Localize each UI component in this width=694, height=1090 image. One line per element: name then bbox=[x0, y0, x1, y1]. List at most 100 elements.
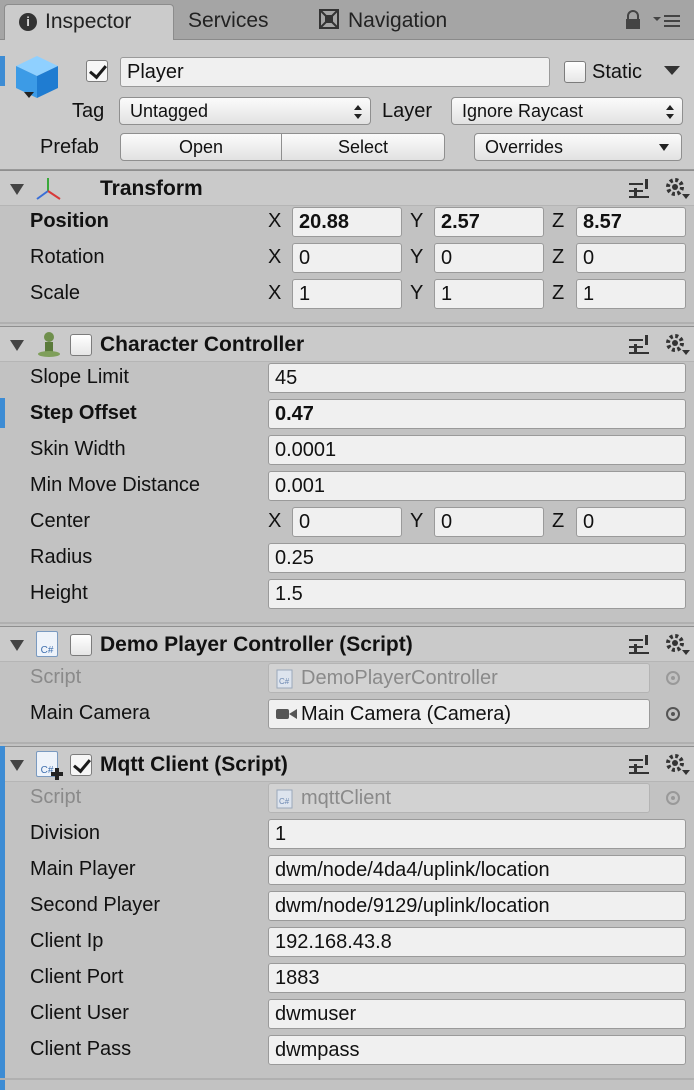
object-picker-icon bbox=[666, 791, 680, 805]
tab-services-label: Services bbox=[188, 9, 269, 32]
rotation-z-axis[interactable]: Z bbox=[552, 242, 564, 272]
presets-icon[interactable] bbox=[628, 334, 652, 356]
tab-menu-icon[interactable] bbox=[652, 12, 682, 30]
object-picker-icon bbox=[666, 671, 680, 685]
tab-inspector[interactable]: i Inspector bbox=[4, 4, 174, 40]
division-label: Division bbox=[30, 822, 101, 844]
active-checkbox[interactable] bbox=[86, 60, 108, 82]
scale-z-axis[interactable]: Z bbox=[552, 278, 564, 308]
rotation-x-axis[interactable]: X bbox=[268, 242, 281, 272]
main-camera-value: Main Camera (Camera) bbox=[301, 703, 512, 725]
tab-navigation[interactable]: Navigation bbox=[318, 4, 488, 40]
slope-limit-field[interactable]: 45 bbox=[268, 363, 686, 393]
scale-label: Scale bbox=[30, 282, 81, 304]
scale-y-field[interactable]: 1 bbox=[434, 279, 544, 309]
foldout-arrow-icon[interactable] bbox=[10, 184, 24, 195]
skin-width-label: Skin Width bbox=[30, 438, 126, 460]
gear-icon[interactable] bbox=[664, 332, 690, 356]
layer-dropdown[interactable]: Ignore Raycast bbox=[451, 97, 683, 125]
gear-icon[interactable] bbox=[664, 632, 690, 656]
division-field[interactable]: 1 bbox=[268, 819, 686, 849]
character-controller-enabled-checkbox[interactable] bbox=[70, 334, 92, 356]
step-offset-field[interactable]: 0.47 bbox=[268, 399, 686, 429]
static-checkbox[interactable] bbox=[564, 61, 586, 83]
presets-icon[interactable] bbox=[628, 634, 652, 656]
svg-text:C#: C# bbox=[279, 797, 290, 806]
position-z-axis[interactable]: Z bbox=[552, 206, 564, 236]
main-player-field[interactable]: dwm/node/4da4/uplink/location bbox=[268, 855, 686, 885]
radius-label: Radius bbox=[30, 546, 93, 568]
position-y-axis[interactable]: Y bbox=[410, 206, 423, 236]
overrides-label: Overrides bbox=[485, 137, 564, 157]
demo-player-controller-header[interactable]: C# Demo Player Controller (Script) bbox=[0, 626, 694, 662]
radius-field[interactable]: 0.25 bbox=[268, 543, 686, 573]
overrides-dropdown[interactable]: Overrides bbox=[474, 133, 682, 161]
center-y-axis[interactable]: Y bbox=[410, 506, 423, 536]
transform-axes-icon bbox=[36, 178, 61, 200]
foldout-arrow-icon[interactable] bbox=[10, 340, 24, 351]
center-z-field[interactable]: 0 bbox=[576, 507, 686, 537]
center-x-field[interactable]: 0 bbox=[292, 507, 402, 537]
mqtt-script-field: mqttClient bbox=[268, 783, 650, 813]
prefab-indicator bbox=[0, 56, 5, 86]
character-controller-header[interactable]: Character Controller bbox=[0, 326, 694, 362]
rotation-y-axis[interactable]: Y bbox=[410, 242, 423, 272]
override-indicator bbox=[0, 398, 5, 428]
transform-header[interactable]: Transform bbox=[0, 170, 694, 206]
position-y-field[interactable]: 2.57 bbox=[434, 207, 544, 237]
script-file-icon: C# bbox=[276, 669, 293, 689]
foldout-arrow-icon[interactable] bbox=[10, 640, 24, 651]
main-camera-field[interactable]: Main Camera (Camera) bbox=[268, 699, 650, 729]
dropdown-arrow-icon bbox=[659, 144, 669, 151]
gear-icon[interactable] bbox=[664, 176, 690, 200]
scale-z-field[interactable]: 1 bbox=[576, 279, 686, 309]
svg-text:C#: C# bbox=[279, 677, 290, 686]
lock-icon[interactable] bbox=[624, 10, 642, 30]
center-y-field[interactable]: 0 bbox=[434, 507, 544, 537]
rotation-x-field[interactable]: 0 bbox=[292, 243, 402, 273]
demo-player-controller-title: Demo Player Controller (Script) bbox=[100, 633, 413, 656]
scale-x-field[interactable]: 1 bbox=[292, 279, 402, 309]
tag-dropdown[interactable]: Untagged bbox=[119, 97, 371, 125]
min-move-distance-field[interactable]: 0.001 bbox=[268, 471, 686, 501]
scale-y-axis[interactable]: Y bbox=[410, 278, 423, 308]
client-ip-field[interactable]: 192.168.43.8 bbox=[268, 927, 686, 957]
object-picker-icon[interactable] bbox=[666, 707, 680, 721]
position-x-axis[interactable]: X bbox=[268, 206, 281, 236]
client-pass-label: Client Pass bbox=[30, 1038, 132, 1060]
demo-script-label: Script bbox=[30, 666, 82, 688]
mqtt-client-enabled-checkbox[interactable] bbox=[70, 754, 92, 776]
rotation-label: Rotation bbox=[30, 246, 105, 268]
added-component-indicator bbox=[0, 746, 5, 1090]
second-player-label: Second Player bbox=[30, 894, 161, 916]
prefab-select-button[interactable]: Select bbox=[281, 133, 445, 161]
demo-player-controller-enabled-checkbox[interactable] bbox=[70, 634, 92, 656]
static-dropdown-icon[interactable] bbox=[664, 66, 680, 76]
presets-icon[interactable] bbox=[628, 754, 652, 776]
tab-services[interactable]: Services bbox=[188, 4, 298, 40]
skin-width-field[interactable]: 0.0001 bbox=[268, 435, 686, 465]
mqtt-client-title: Mqtt Client (Script) bbox=[100, 753, 288, 776]
client-port-field[interactable]: 1883 bbox=[268, 963, 686, 993]
rotation-y-field[interactable]: 0 bbox=[434, 243, 544, 273]
object-name-field[interactable]: Player bbox=[120, 57, 550, 87]
position-x-field[interactable]: 20.88 bbox=[292, 207, 402, 237]
mqtt-client-header[interactable]: C# Mqtt Client (Script) bbox=[0, 746, 694, 782]
foldout-arrow-icon[interactable] bbox=[10, 760, 24, 771]
presets-icon[interactable] bbox=[628, 178, 652, 200]
min-move-distance-label: Min Move Distance bbox=[30, 474, 201, 496]
second-player-field[interactable]: dwm/node/9129/uplink/location bbox=[268, 891, 686, 921]
client-user-field[interactable]: dwmuser bbox=[268, 999, 686, 1029]
client-pass-field[interactable]: dwmpass bbox=[268, 1035, 686, 1065]
rotation-z-field[interactable]: 0 bbox=[576, 243, 686, 273]
center-z-axis[interactable]: Z bbox=[552, 506, 564, 536]
position-z-field[interactable]: 8.57 bbox=[576, 207, 686, 237]
slope-limit-label: Slope Limit bbox=[30, 366, 129, 388]
plus-badge-icon bbox=[51, 768, 63, 780]
center-x-axis[interactable]: X bbox=[268, 506, 281, 536]
navigation-icon bbox=[319, 9, 339, 29]
gear-icon[interactable] bbox=[664, 752, 690, 776]
prefab-open-button[interactable]: Open bbox=[120, 133, 282, 161]
height-field[interactable]: 1.5 bbox=[268, 579, 686, 609]
scale-x-axis[interactable]: X bbox=[268, 278, 281, 308]
